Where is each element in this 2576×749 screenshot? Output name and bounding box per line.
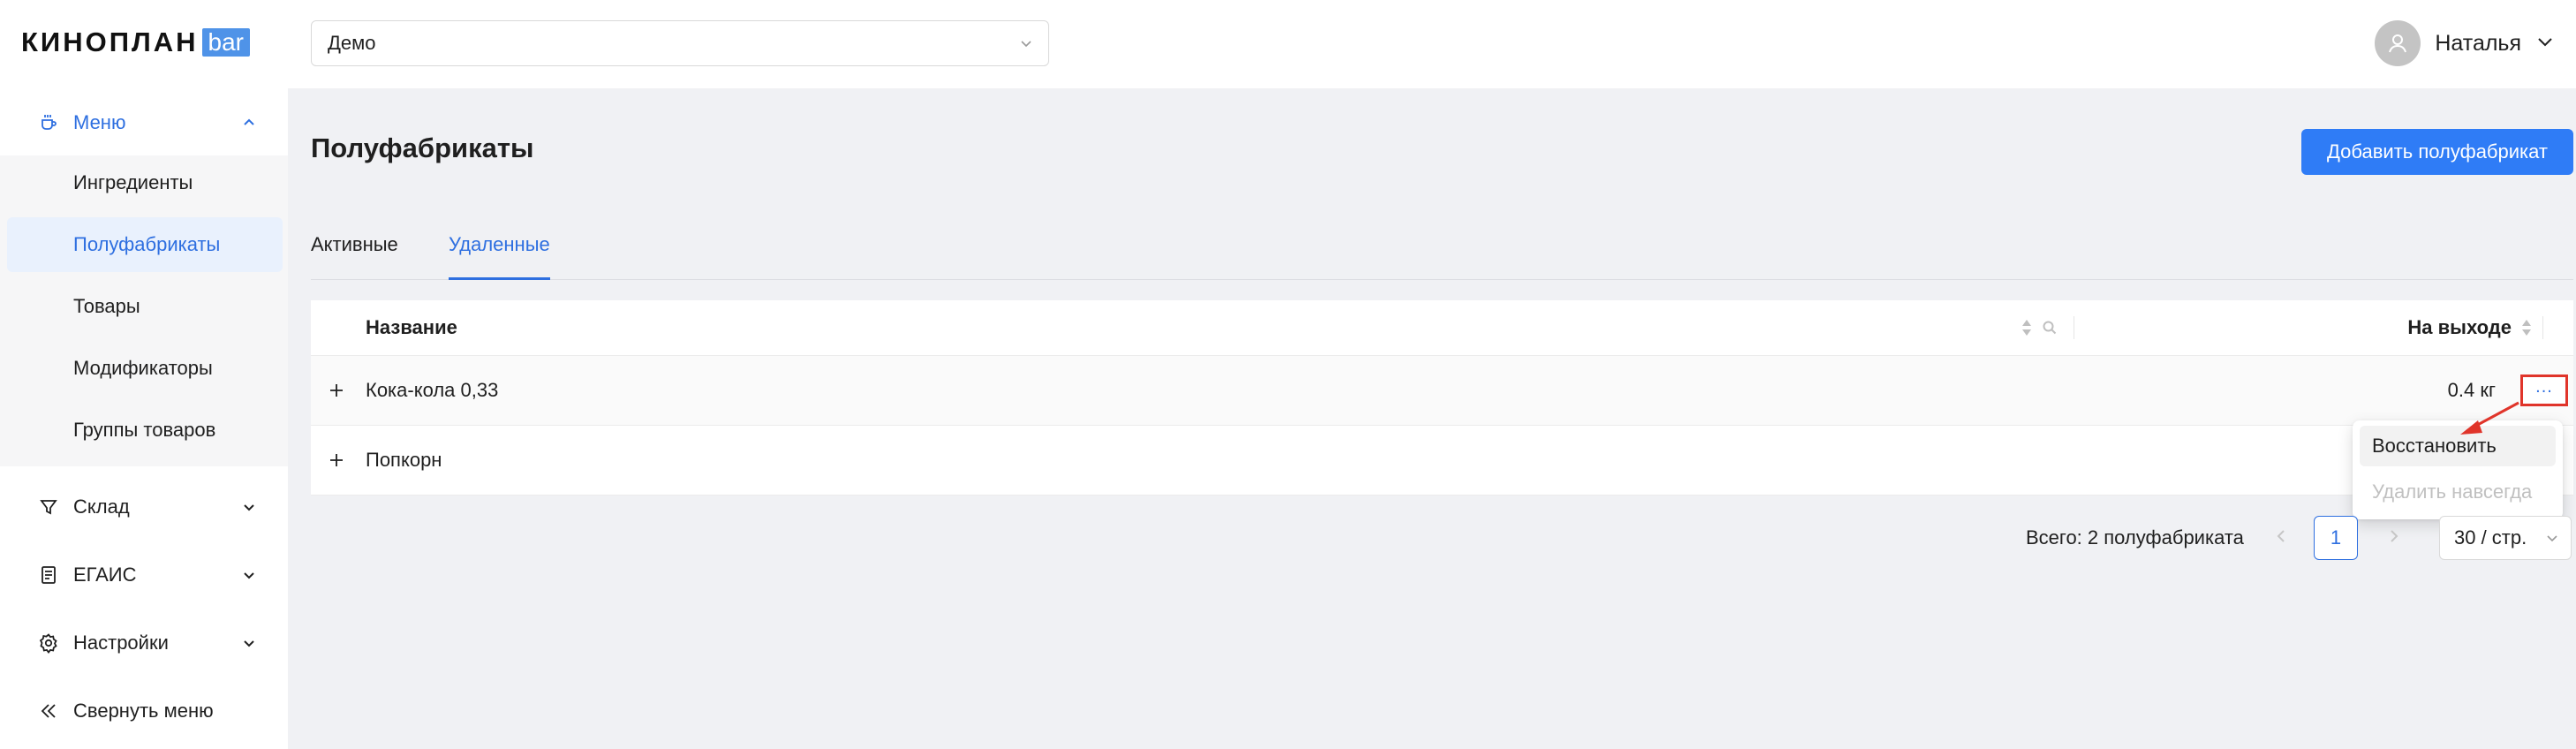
collapse-menu-label: Свернуть меню: [73, 700, 214, 722]
cup-icon: [37, 111, 60, 134]
row-name: Кока-кола 0,33: [366, 379, 499, 401]
cinema-select[interactable]: Демо: [311, 20, 1049, 66]
sort-icon[interactable]: [2021, 317, 2033, 338]
chevron-down-icon: [1018, 35, 1034, 51]
table-header: Название На выходе: [311, 300, 2573, 356]
sidebar-item-label: Товары: [73, 295, 140, 317]
header: Демо Наталья: [288, 0, 2576, 88]
document-icon: [37, 564, 60, 586]
more-icon: ...: [2535, 377, 2553, 397]
menu-item-restore[interactable]: Восстановить: [2360, 426, 2556, 466]
menu-item-delete-permanently: Удалить навсегда: [2360, 472, 2556, 512]
row-output: 0.4 кг: [2447, 379, 2496, 401]
add-semi-finished-button[interactable]: Добавить полуфабрикат: [2301, 129, 2573, 175]
page-size-select[interactable]: 30 / стр.: [2439, 516, 2572, 560]
table-row[interactable]: Попкорн: [311, 426, 2573, 496]
sidebar-item-label: Полуфабрикаты: [73, 233, 221, 255]
cinema-select-value: Демо: [328, 32, 376, 54]
sidebar-item-label: Склад: [73, 496, 130, 518]
chevron-down-icon: [240, 566, 258, 584]
pagination-current-page[interactable]: 1: [2314, 516, 2358, 560]
search-icon[interactable]: [2042, 320, 2058, 336]
next-page-icon[interactable]: [2384, 526, 2404, 547]
chevron-up-icon: [240, 114, 258, 132]
menu-item-label: Восстановить: [2372, 435, 2497, 457]
sidebar-item-warehouse[interactable]: Склад: [0, 480, 288, 534]
gear-icon: [37, 632, 60, 654]
column-header-name[interactable]: Название: [366, 316, 457, 339]
sidebar-item-label: Настройки: [73, 632, 169, 654]
sidebar-item-settings[interactable]: Настройки: [0, 616, 288, 670]
row-actions-button[interactable]: ...: [2520, 374, 2568, 406]
column-header-output[interactable]: На выходе: [2407, 316, 2512, 339]
submenu: Ингредиенты Полуфабрикаты Товары Модифик…: [0, 155, 288, 466]
column-divider: [2542, 316, 2543, 339]
table-row[interactable]: Кока-кола 0,33 0.4 кг ...: [311, 356, 2573, 426]
logo[interactable]: КИНОПЛАН bar: [21, 26, 250, 58]
sidebar: КИНОПЛАН bar Меню Ингредиенты Полуфабрик…: [0, 0, 288, 749]
sidebar-item-semi-finished[interactable]: Полуфабрикаты: [7, 217, 283, 272]
double-chevron-left-icon: [37, 700, 60, 723]
sidebar-item-product-groups[interactable]: Группы товаров: [7, 403, 283, 458]
tabs: Активные Удаленные: [311, 226, 2573, 280]
sidebar-item-label: Группы товаров: [73, 419, 216, 441]
collapse-menu-button[interactable]: Свернуть меню: [0, 684, 288, 738]
sidebar-item-label: Меню: [73, 111, 126, 133]
chevron-down-icon: [240, 498, 258, 516]
avatar: [2375, 20, 2421, 66]
expand-icon[interactable]: [329, 382, 344, 398]
logo-badge: bar: [201, 28, 250, 57]
sidebar-item-menu[interactable]: Меню: [0, 95, 288, 150]
chevron-down-icon: [240, 634, 258, 652]
prev-page-icon[interactable]: [2271, 526, 2291, 547]
sidebar-item-ingredients[interactable]: Ингредиенты: [7, 155, 283, 210]
sidebar-item-label: Модификаторы: [73, 357, 213, 379]
chevron-down-icon: [2544, 530, 2560, 546]
row-actions-menu: Восстановить Удалить навсегда: [2353, 420, 2563, 519]
user-menu[interactable]: Наталья: [2375, 19, 2555, 67]
sidebar-item-label: Ингредиенты: [73, 171, 193, 193]
page-size-value: 30 / стр.: [2454, 526, 2527, 549]
logo-text: КИНОПЛАН: [21, 26, 199, 57]
filter-icon: [37, 496, 60, 518]
semi-finished-table: Название На выходе Кока-кола 0,33 0.4 кг…: [311, 300, 2573, 496]
menu-item-label: Удалить навсегда: [2372, 480, 2533, 503]
sort-icon[interactable]: [2520, 317, 2533, 338]
expand-icon[interactable]: [329, 452, 344, 468]
tab-deleted[interactable]: Удаленные: [449, 233, 550, 280]
sidebar-item-modifiers[interactable]: Модификаторы: [7, 341, 283, 396]
tab-active[interactable]: Активные: [311, 233, 398, 277]
sidebar-item-egais[interactable]: ЕГАИС: [0, 548, 288, 602]
sidebar-item-label: ЕГАИС: [73, 564, 137, 586]
sidebar-item-products[interactable]: Товары: [7, 279, 283, 334]
user-name: Наталья: [2435, 30, 2521, 56]
chevron-down-icon: [2535, 32, 2555, 56]
page-title: Полуфабрикаты: [311, 132, 534, 163]
pagination-total: Всего: 2 полуфабриката: [2026, 526, 2244, 549]
row-name: Попкорн: [366, 449, 442, 471]
